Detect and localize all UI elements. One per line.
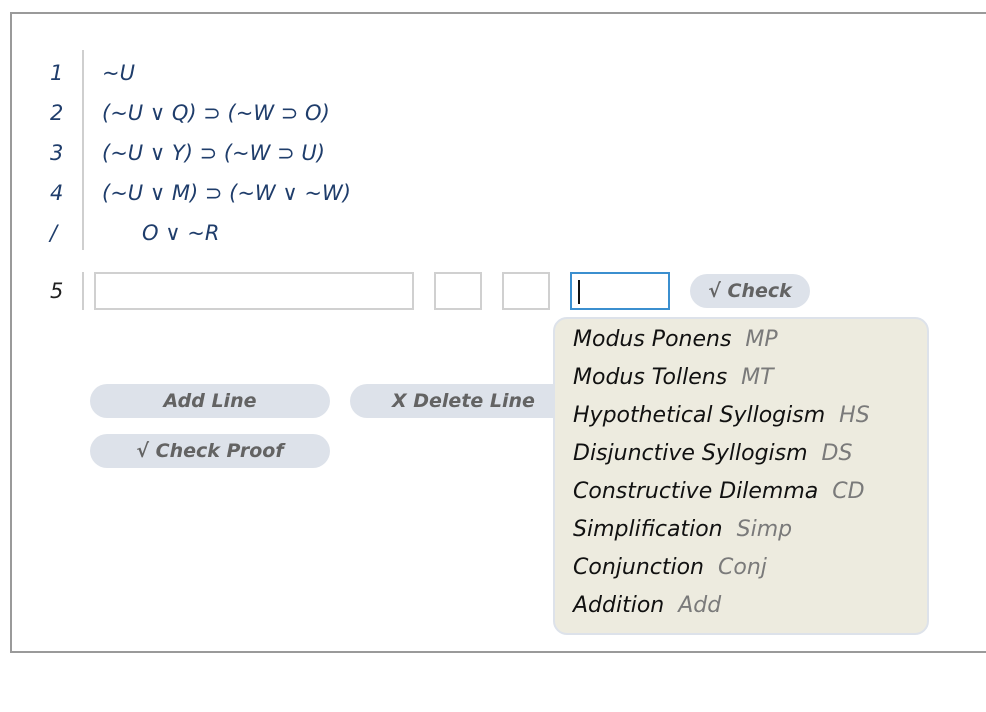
rule-option-mp[interactable]: Modus Ponens MP bbox=[573, 327, 778, 352]
check-line-button[interactable]: √ Check bbox=[690, 274, 810, 308]
rule-name: Addition bbox=[573, 593, 665, 618]
rule-option-mt[interactable]: Modus Tollens MT bbox=[573, 365, 774, 390]
rule-name: Modus Tollens bbox=[573, 365, 728, 390]
rule-abbr: Simp bbox=[736, 517, 793, 542]
rule-name: Constructive Dilemma bbox=[573, 479, 819, 504]
rule-abbr: Conj bbox=[718, 555, 767, 580]
rule-option-hs[interactable]: Hypothetical Syllogism HS bbox=[573, 403, 870, 428]
line-divider bbox=[82, 174, 84, 214]
rule-option-add[interactable]: Addition Add bbox=[573, 593, 721, 618]
line-ref-2-input[interactable] bbox=[502, 272, 550, 310]
line-divider bbox=[82, 134, 84, 174]
line-divider bbox=[82, 272, 84, 310]
add-line-button[interactable]: Add Line bbox=[90, 384, 330, 418]
rule-dropdown: Modus Ponens MP Modus Tollens MT Hypotheti… bbox=[553, 317, 929, 635]
rule-abbr: HS bbox=[839, 403, 870, 428]
rule-name: Hypothetical Syllogism bbox=[573, 403, 826, 428]
rule-input[interactable] bbox=[570, 272, 670, 310]
rule-abbr: MP bbox=[745, 327, 778, 352]
rule-name: Simplification bbox=[573, 517, 723, 542]
line-number: 3 bbox=[50, 141, 64, 165]
line-ref-1-input[interactable] bbox=[434, 272, 482, 310]
rule-name: Disjunctive Syllogism bbox=[573, 441, 808, 466]
rule-option-simp[interactable]: Simplification Simp bbox=[573, 517, 792, 542]
line-divider bbox=[82, 50, 84, 94]
rule-abbr: MT bbox=[741, 365, 774, 390]
rule-option-conj[interactable]: Conjunction Conj bbox=[573, 555, 767, 580]
line-number: 4 bbox=[50, 181, 64, 205]
formula: (~U ∨ Y) ⊃ (~W ⊃ U) bbox=[102, 141, 325, 165]
line-number: 5 bbox=[50, 279, 64, 303]
line-number: 1 bbox=[50, 61, 64, 85]
proof-panel: 1 ~U 2 (~U ∨ Q) ⊃ (~W ⊃ O) 3 (~U ∨ Y) ⊃ … bbox=[10, 12, 986, 653]
formula: (~U ∨ M) ⊃ (~W ∨ ~W) bbox=[102, 181, 351, 205]
line-divider bbox=[82, 94, 84, 134]
rule-abbr: DS bbox=[821, 441, 853, 466]
rule-option-cd[interactable]: Constructive Dilemma CD bbox=[573, 479, 865, 504]
rule-abbr: Add bbox=[678, 593, 722, 618]
conclusion-formula: O ∨ ~R bbox=[142, 221, 220, 245]
formula-input[interactable] bbox=[94, 272, 414, 310]
line-number: 2 bbox=[50, 101, 64, 125]
formula: ~U bbox=[102, 61, 135, 85]
line-divider bbox=[82, 214, 84, 250]
conclusion-marker: / bbox=[50, 221, 58, 245]
rule-name: Conjunction bbox=[573, 555, 705, 580]
rule-name: Modus Ponens bbox=[573, 327, 732, 352]
rule-option-ds[interactable]: Disjunctive Syllogism DS bbox=[573, 441, 852, 466]
rule-abbr: CD bbox=[832, 479, 865, 504]
check-proof-button[interactable]: √ Check Proof bbox=[90, 434, 330, 468]
formula: (~U ∨ Q) ⊃ (~W ⊃ O) bbox=[102, 101, 330, 125]
text-cursor bbox=[578, 280, 580, 304]
